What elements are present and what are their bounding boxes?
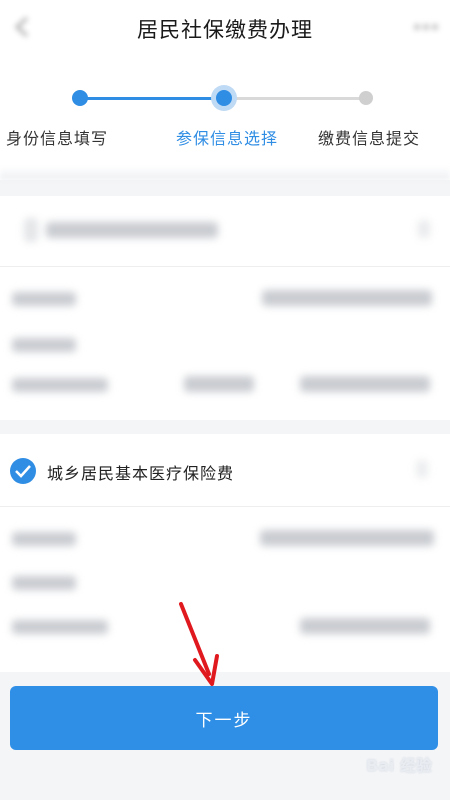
blurred-divider <box>0 166 450 180</box>
blurred-row-value <box>260 530 434 546</box>
step-3-label: 缴费信息提交 <box>318 129 421 148</box>
header-bar: 居民社保缴费办理 <box>0 0 450 58</box>
blurred-row-label <box>12 532 76 546</box>
blurred-chevron <box>418 220 430 238</box>
next-step-button[interactable]: 下一步 <box>10 686 438 750</box>
blurred-row-label <box>12 620 108 634</box>
stepper-track-complete <box>80 97 224 100</box>
blurred-card-title <box>46 222 218 238</box>
blurred-row-label <box>12 292 76 306</box>
blurred-row-value <box>300 376 430 392</box>
stepper-track-pending <box>224 97 366 100</box>
step-2-label: 参保信息选择 <box>176 129 279 148</box>
blurred-chevron <box>416 460 428 478</box>
blurred-row-value <box>184 376 254 392</box>
blurred-icon <box>24 218 38 242</box>
step-3-dot <box>359 91 373 105</box>
blurred-row-value <box>300 618 430 634</box>
insurance-card-blurred <box>0 196 450 420</box>
blurred-row-value <box>262 290 432 306</box>
medical-insurance-label[interactable]: 城乡居民基本医疗保险费 <box>47 460 234 484</box>
medical-insurance-checkbox[interactable] <box>10 458 36 484</box>
progress-stepper: 身份信息填写 参保信息选择 缴费信息提交 <box>0 58 450 180</box>
red-arrow-annotation <box>179 602 219 686</box>
divider <box>0 506 450 507</box>
page-title: 居民社保缴费办理 <box>137 18 313 42</box>
blurred-row-label <box>12 338 76 352</box>
blurred-row-label <box>12 576 76 590</box>
blurred-row-label <box>12 378 108 392</box>
step-2-dot <box>211 85 237 111</box>
check-icon <box>15 465 31 478</box>
more-icon[interactable] <box>412 16 440 38</box>
step-1-dot <box>72 90 88 106</box>
divider <box>0 266 450 267</box>
baidu-watermark: Bai 经验 <box>365 756 432 775</box>
step-1-label: 身份信息填写 <box>6 129 109 148</box>
